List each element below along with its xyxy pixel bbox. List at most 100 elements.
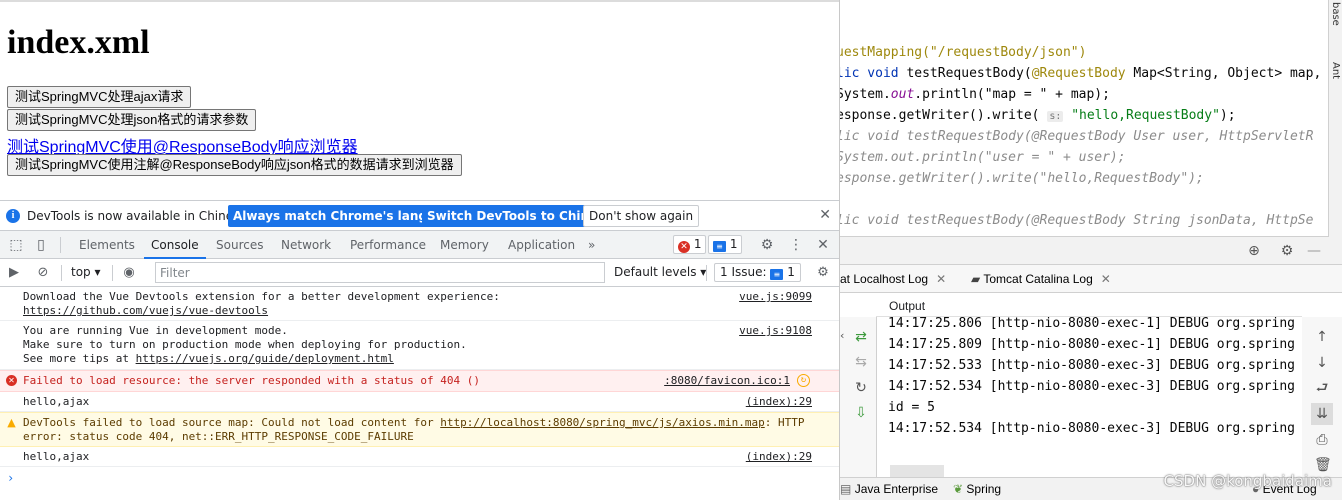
rerun-icon[interactable]: ⇄ [853, 329, 869, 345]
code-text: System. [840, 87, 891, 102]
more-tabs-icon[interactable]: » [588, 231, 595, 259]
ide-window: uestMapping("/requestBody/json") lic voi… [840, 0, 1342, 500]
run-actions-gutter: ‹ ⇄ ⇆ ↻ ⇩ [840, 317, 876, 477]
tab-console[interactable]: Console [144, 231, 206, 259]
code-line: lic void testRequestBody(@RequestBody St… [840, 213, 1314, 228]
console-error: ✕ Failed to load resource: the server res… [0, 370, 839, 392]
spring-tab[interactable]: ❦ Spring [953, 482, 1001, 496]
code-line: uestMapping("/requestBody/json") [840, 45, 1086, 60]
console-output: Download the Vue Devtools extension for … [0, 287, 839, 500]
settings-gear-icon[interactable]: ⚙ [759, 237, 775, 253]
close-icon[interactable]: ✕ [819, 207, 831, 223]
error-count-badge[interactable]: ✕ 1 [673, 235, 707, 254]
soft-wrap-icon[interactable]: ⮐ [1314, 380, 1330, 396]
log-levels-select[interactable]: Default levels ▾ [614, 265, 706, 279]
horizontal-scrollbar[interactable] [890, 465, 944, 477]
context-value: top [71, 265, 91, 279]
json-params-button[interactable]: 测试SpringMVC处理json格式的请求参数 [7, 109, 257, 131]
tab-performance[interactable]: Performance [350, 231, 426, 259]
message-link[interactable]: https://github.com/vuejs/vue-devtools [23, 304, 268, 317]
spring-leaf-icon: ❦ [953, 482, 964, 496]
tab-localhost-log[interactable]: at Localhost Log ✕ [840, 272, 946, 286]
code-annotation: @RequestBody [1031, 66, 1126, 81]
message-text: Download the Vue Devtools extension for … [23, 290, 500, 303]
web-page: index.xml 测试SpringMVC处理ajax请求 测试SpringMV… [0, 0, 839, 200]
console-message: hello,ajax (index):29 [0, 447, 839, 467]
source-link[interactable]: :8080/favicon.ico:1 [664, 374, 790, 388]
tab-sources[interactable]: Sources [216, 231, 263, 259]
console-warning: ▲ DevTools failed to load source map: Cou… [0, 412, 839, 447]
message-text: You are running Vue in development mode. [23, 324, 288, 337]
tab-application[interactable]: Application [508, 231, 575, 259]
java-enterprise-tab[interactable]: ▤ Java Enterprise [840, 482, 938, 496]
run-tabs: at Localhost Log ✕ ▰ Tomcat Catalina Log ✕ [840, 265, 1342, 293]
tab-network[interactable]: Network [281, 231, 331, 259]
code-editor[interactable]: uestMapping("/requestBody/json") lic voi… [840, 0, 1328, 237]
print-icon[interactable]: ⎙ [1314, 432, 1330, 448]
console-filterbar: ▶ ⊘ top ▾ ◉ Default levels ▾ 1 Issue: ≡ … [0, 259, 839, 287]
ant-tool-label[interactable]: Ant [1330, 62, 1341, 79]
scroll-to-end-icon[interactable]: ⇊ [1311, 403, 1333, 425]
issue-icon: ≡ [770, 269, 784, 280]
log-output[interactable]: 14:17:25.806 [http-nio-8080-exec-1] DEBU… [876, 317, 1302, 477]
status-label: Spring [966, 482, 1002, 496]
source-link[interactable]: vue.js:9108 [739, 324, 812, 338]
close-tab-icon[interactable]: ✕ [1101, 272, 1111, 286]
tab-memory[interactable]: Memory [440, 231, 489, 259]
ajax-request-button[interactable]: 测试SpringMVC处理ajax请求 [7, 86, 192, 108]
settings-gear-icon[interactable]: ⚙ [1279, 243, 1295, 259]
console-message: You are running Vue in development mode.… [0, 321, 839, 370]
tomcat-icon: ▰ [971, 272, 981, 286]
page-title: index.xml [7, 24, 150, 61]
filter-input[interactable] [155, 262, 605, 283]
device-toolbar-icon[interactable]: ▯ [33, 237, 49, 253]
context-select[interactable]: top ▾ [71, 265, 101, 279]
update-icon[interactable]: ⇆ [853, 354, 869, 370]
source-link[interactable]: vue.js:9099 [739, 290, 812, 304]
database-tool-label[interactable]: base [1330, 2, 1341, 26]
refresh-icon[interactable]: ↻ [853, 380, 869, 396]
sidebar-toggle-icon[interactable]: ▶ [6, 265, 22, 281]
output-label: Output [889, 299, 926, 313]
log-line: 14:17:25.809 [http-nio-8080-exec-1] DEBU… [888, 337, 1295, 352]
code-keyword: lic void [840, 66, 907, 81]
console-message: Download the Vue Devtools extension for … [0, 287, 839, 321]
message-link[interactable]: https://vuejs.org/guide/deployment.html [136, 352, 394, 365]
output-actions-gutter: ↑ ↓ ⮐ ⇊ ⎙ 🗑 [1302, 317, 1342, 477]
gutter-fold-marker: ‹ [840, 329, 845, 342]
dont-show-again-button[interactable]: Don't show again [583, 205, 700, 227]
console-settings-icon[interactable]: ⚙ [815, 265, 831, 281]
deploy-icon[interactable]: ⇩ [853, 405, 869, 421]
message-text: Make sure to turn on production mode whe… [23, 338, 467, 351]
output-header: Output [876, 293, 1302, 317]
clear-console-icon[interactable]: ⊘ [35, 265, 51, 281]
issues-label: 1 Issue: [720, 265, 767, 279]
warning-link[interactable]: http://localhost:8080/spring_mvc/js/axio… [440, 416, 765, 429]
eye-icon[interactable]: ◉ [121, 265, 137, 281]
console-prompt-icon[interactable]: › [7, 471, 14, 485]
code-line: System.out.println("user = " + user); [840, 150, 1126, 165]
minimize-icon[interactable]: — [1306, 243, 1322, 259]
network-request-icon[interactable]: ↻ [797, 374, 810, 387]
close-devtools-icon[interactable]: ✕ [815, 237, 831, 253]
right-tool-strip: base Ant [1328, 0, 1342, 237]
kebab-menu-icon[interactable]: ⋮ [788, 237, 804, 253]
devtools-panel: i DevTools is now available in Chinese! … [0, 200, 839, 500]
source-link[interactable]: (index):29 [746, 450, 812, 464]
scroll-down-icon[interactable]: ↓ [1314, 355, 1330, 371]
console-message: hello,ajax (index):29 [0, 392, 839, 412]
issues-button[interactable]: 1 Issue: ≡ 1 [714, 263, 801, 282]
tab-label: Tomcat Catalina Log [983, 272, 1093, 286]
inspect-element-icon[interactable]: ⬚ [8, 237, 24, 253]
scroll-up-icon[interactable]: ↑ [1314, 329, 1330, 345]
tab-tomcat-catalina-log[interactable]: ▰ Tomcat Catalina Log ✕ [971, 272, 1111, 286]
target-icon[interactable]: ⊕ [1246, 243, 1262, 259]
delete-icon[interactable]: 🗑 [1314, 457, 1332, 473]
message-count-badge[interactable]: ≡ 1 [708, 235, 743, 254]
close-tab-icon[interactable]: ✕ [936, 272, 946, 286]
source-link[interactable]: (index):29 [746, 395, 812, 409]
code-text: testRequestBody( [906, 66, 1032, 81]
responsebody-json-button[interactable]: 测试SpringMVC使用注解@ResponseBody响应json格式的数据请… [7, 154, 462, 176]
divider [60, 237, 61, 253]
tab-elements[interactable]: Elements [79, 231, 135, 259]
